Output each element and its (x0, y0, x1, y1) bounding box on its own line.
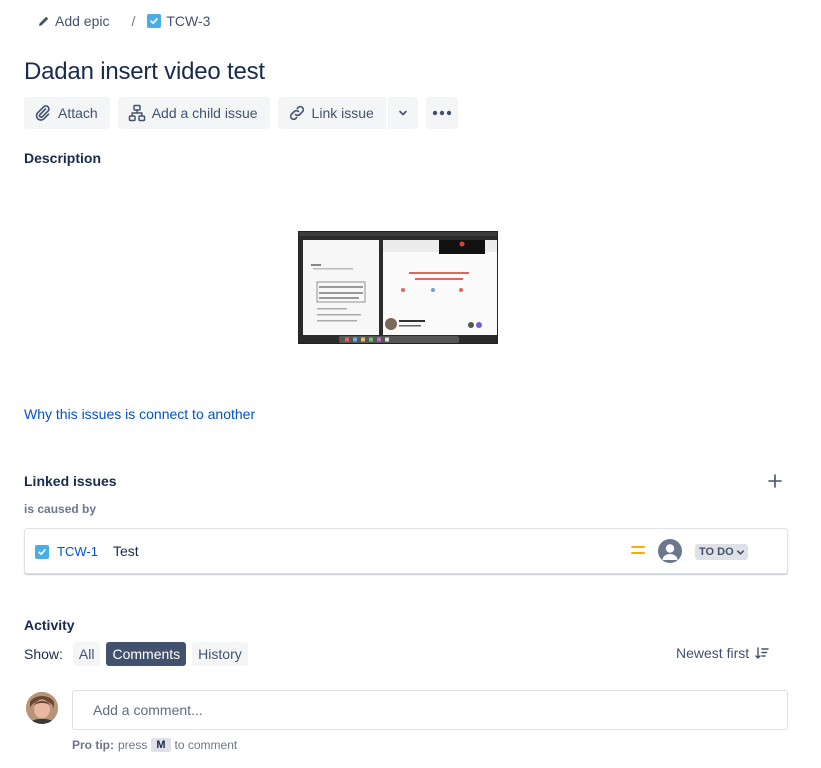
pro-tip-press: press (118, 738, 148, 752)
issue-toolbar: Attach Add a child issue Link issue (24, 97, 458, 129)
sort-label: Newest first (676, 645, 750, 661)
more-actions-button[interactable] (425, 97, 458, 129)
linked-issue-key[interactable]: TCW-1 (57, 544, 98, 559)
pro-tip-suffix: to comment (174, 738, 238, 752)
child-issue-icon (128, 104, 145, 122)
attach-label: Attach (58, 105, 98, 121)
add-child-issue-button[interactable]: Add a child issue (117, 97, 270, 129)
paperclip-icon (35, 105, 50, 121)
sort-order-button[interactable]: Newest first (676, 645, 769, 661)
linked-issues-heading: Linked issues (24, 473, 117, 489)
link-type-label: is caused by (24, 502, 97, 516)
breadcrumb: Add epic / TCW-3 (38, 12, 210, 30)
unassigned-avatar[interactable] (658, 539, 682, 563)
task-icon (147, 14, 162, 28)
plus-icon (768, 474, 782, 488)
link-issue-label: Link issue (311, 105, 374, 121)
activity-filter-bar: Show: All Comments History (24, 642, 248, 666)
attach-button[interactable]: Attach (24, 97, 110, 129)
link-icon (289, 105, 304, 121)
screenshot-thumbnail-graphic (299, 232, 497, 343)
add-epic-link[interactable]: Add epic (38, 13, 109, 29)
pro-tip-label: Pro tip: (72, 738, 114, 752)
show-label: Show: (24, 646, 63, 662)
filter-all-button[interactable]: All (72, 642, 101, 666)
add-epic-label: Add epic (55, 13, 110, 29)
pencil-icon (39, 16, 49, 26)
filter-history-button[interactable]: History (192, 642, 248, 666)
activity-heading: Activity (24, 617, 75, 633)
link-issue-group: Link issue (277, 97, 418, 129)
chevron-down-icon (399, 110, 407, 116)
linked-issue-summary[interactable]: Test (113, 543, 139, 559)
chevron-down-icon (736, 549, 744, 555)
task-icon (35, 545, 49, 559)
link-issue-button[interactable]: Link issue (277, 97, 386, 129)
priority-medium-icon (631, 546, 645, 556)
breadcrumb-separator: / (131, 13, 136, 29)
current-user-avatar (26, 692, 58, 724)
status-label: TO DO (699, 546, 734, 558)
issue-key-label: TCW-3 (166, 13, 211, 29)
issue-title[interactable]: Dadan insert video test (24, 58, 265, 86)
filter-comments-button[interactable]: Comments (106, 642, 187, 666)
description-link[interactable]: Why this issues is connect to another (24, 406, 255, 422)
pro-tip: Pro tip: press M to comment (72, 738, 237, 752)
keyboard-shortcut-key: M (151, 738, 171, 752)
add-comment-input[interactable] (72, 690, 788, 730)
linked-issue-row[interactable]: TCW-1 Test TO DO (24, 528, 788, 574)
sort-descending-icon (755, 647, 769, 659)
link-issue-dropdown-button[interactable] (385, 97, 418, 129)
breadcrumb-issue-key[interactable]: TCW-3 (147, 13, 210, 29)
more-icon (432, 110, 452, 116)
status-dropdown[interactable]: TO DO (695, 544, 748, 560)
add-linked-issue-button[interactable] (765, 471, 785, 491)
description-video-thumbnail[interactable] (298, 231, 498, 344)
add-child-label: Add a child issue (151, 105, 258, 121)
description-heading: Description (24, 150, 102, 166)
